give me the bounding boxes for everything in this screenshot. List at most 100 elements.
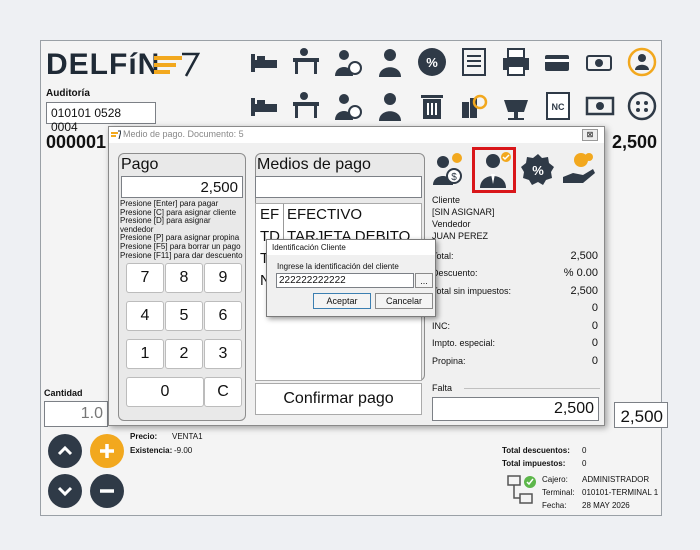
- assign-seller-button[interactable]: [472, 147, 516, 193]
- toolbar-button-trash[interactable]: [414, 88, 450, 124]
- terminal-value: 010101-TERMINAL 1: [582, 488, 659, 497]
- chevron-up-icon: [57, 445, 73, 456]
- add-button[interactable]: [90, 434, 124, 468]
- summary-value: 2,500: [570, 249, 598, 262]
- summary-row: 0: [432, 300, 598, 318]
- money-icon: [585, 96, 615, 116]
- total-impuestos-value: 0: [582, 459, 587, 468]
- dialog-title: Medio de pago. Documento: 5: [123, 129, 244, 139]
- user-refresh-icon: [627, 47, 657, 77]
- document-number: 000001: [46, 132, 107, 152]
- footer-total-field: 2,500: [614, 402, 668, 428]
- summary-row: Total: 2,500: [432, 247, 598, 265]
- medio-code: EF: [260, 204, 284, 226]
- toolbar-button-customer-money[interactable]: [330, 44, 366, 80]
- dialog-titlebar: Medio de pago. Documento: 5: [109, 127, 604, 143]
- summary-row: Descuento: % 0.00: [432, 265, 598, 283]
- cancel-button[interactable]: Cancelar: [375, 293, 433, 309]
- toolbar-button-card[interactable]: [540, 44, 576, 80]
- remove-button[interactable]: [90, 474, 124, 508]
- client-id-title: Identificación Cliente: [267, 240, 435, 255]
- seller-icon: [379, 93, 401, 121]
- summary-label: Impto. especial:: [432, 338, 496, 349]
- keypad-key-5[interactable]: 5: [165, 301, 203, 331]
- client-id-dialog: Identificación Cliente Ingrese la identi…: [266, 239, 436, 317]
- keypad-key-6[interactable]: 6: [204, 301, 242, 331]
- svg-text:%: %: [532, 163, 544, 178]
- keypad-key-8[interactable]: 8: [165, 263, 203, 293]
- keypad-key-0[interactable]: 0: [126, 377, 204, 407]
- pago-amount-field[interactable]: 2,500: [121, 176, 243, 198]
- network-terminal-icon: [507, 475, 536, 504]
- confirm-payment-button[interactable]: Confirmar pago: [255, 383, 422, 415]
- total-impuestos-label: Total impuestos:: [502, 459, 566, 468]
- products-search-icon: [462, 94, 488, 118]
- keypad-key-2[interactable]: 2: [165, 339, 203, 369]
- toolbar-button-discount[interactable]: %: [414, 44, 450, 80]
- cajero-value: ADMINISTRADOR: [582, 475, 650, 484]
- assign-customer-button[interactable]: $: [429, 151, 465, 187]
- toolbar-button-printer[interactable]: [498, 44, 534, 80]
- accept-button[interactable]: Aceptar: [313, 293, 371, 309]
- discount-button[interactable]: %: [521, 153, 555, 187]
- cajero-label: Cajero:: [542, 475, 568, 484]
- falta-divider: [464, 388, 600, 389]
- keypad-key-9[interactable]: 9: [204, 263, 242, 293]
- toolbar-button-nc-doc[interactable]: NC: [540, 88, 576, 124]
- summary-row: Propina: 0: [432, 352, 598, 370]
- existencia-label: Existencia:: [130, 446, 173, 455]
- summary-label: INC:: [432, 320, 450, 331]
- toolbar-button-customer-money[interactable]: [330, 88, 366, 124]
- keypad-key-7[interactable]: 7: [126, 263, 164, 293]
- summary-label: Total sin impuestos:: [432, 285, 512, 296]
- toolbar-button-cash[interactable]: [582, 44, 618, 80]
- client-id-input[interactable]: 222222222222: [276, 273, 414, 288]
- client-id-prompt: Ingrese la identificación del cliente: [277, 262, 399, 271]
- toolbar-button-desk[interactable]: [288, 44, 324, 80]
- keypad-key-3[interactable]: 3: [204, 339, 242, 369]
- toolbar-button-bed[interactable]: [246, 44, 282, 80]
- toolbar-button-user-refresh[interactable]: [624, 44, 660, 80]
- cliente-label: Cliente: [432, 195, 461, 205]
- printer-icon: [503, 48, 529, 76]
- terminal-label: Terminal:: [542, 488, 575, 497]
- keyboard-hints: Presione [Enter] para pagar Presione [C] …: [120, 199, 246, 260]
- brand-mark-icon: [154, 52, 200, 77]
- customer-money-icon: [335, 50, 362, 76]
- summary-row: Impto. especial: 0: [432, 335, 598, 353]
- toolbar-button-seller[interactable]: [372, 44, 408, 80]
- seller-icon: [480, 152, 511, 188]
- cash-icon: [586, 55, 612, 71]
- medio-row[interactable]: EF EFECTIVO: [260, 204, 421, 226]
- toolbar-button-seller[interactable]: [372, 88, 408, 124]
- keypad-key-1[interactable]: 1: [126, 339, 164, 369]
- discount-icon: %: [418, 48, 446, 76]
- summary-value: 0: [591, 354, 598, 367]
- medios-input[interactable]: [255, 176, 422, 198]
- cantidad-field[interactable]: 1.0: [44, 401, 108, 427]
- toolbar-button-desk[interactable]: [288, 88, 324, 124]
- auditoria-field[interactable]: 010101 0528 0004: [46, 102, 156, 134]
- summary-value: 0: [591, 302, 598, 315]
- tip-button[interactable]: [561, 151, 597, 187]
- toolbar-button-money[interactable]: [582, 88, 618, 124]
- cliente-value: [SIN ASIGNAR]: [432, 207, 495, 217]
- toolbar-button-scale[interactable]: [498, 88, 534, 124]
- dots-icon: [627, 91, 657, 121]
- toolbar-button-products-search[interactable]: [456, 88, 492, 124]
- keypad-key-4[interactable]: 4: [126, 301, 164, 331]
- toolbar-button-notes[interactable]: [456, 44, 492, 80]
- desk-icon: [293, 48, 319, 74]
- dialog-close-button[interactable]: ⊠: [582, 129, 598, 141]
- pago-title: Pago: [121, 156, 159, 173]
- desk-icon: [293, 92, 319, 118]
- toolbar-button-dots[interactable]: [624, 88, 660, 124]
- client-id-browse-button[interactable]: ...: [415, 273, 433, 288]
- seller-icon: [379, 49, 401, 77]
- toolbar-button-bed[interactable]: [246, 88, 282, 124]
- summary-value: 0: [591, 337, 598, 350]
- keypad-key-c[interactable]: C: [204, 377, 242, 407]
- arrow-down-button[interactable]: [48, 474, 82, 508]
- arrow-up-button[interactable]: [48, 434, 82, 468]
- falta-field: 2,500: [432, 397, 599, 421]
